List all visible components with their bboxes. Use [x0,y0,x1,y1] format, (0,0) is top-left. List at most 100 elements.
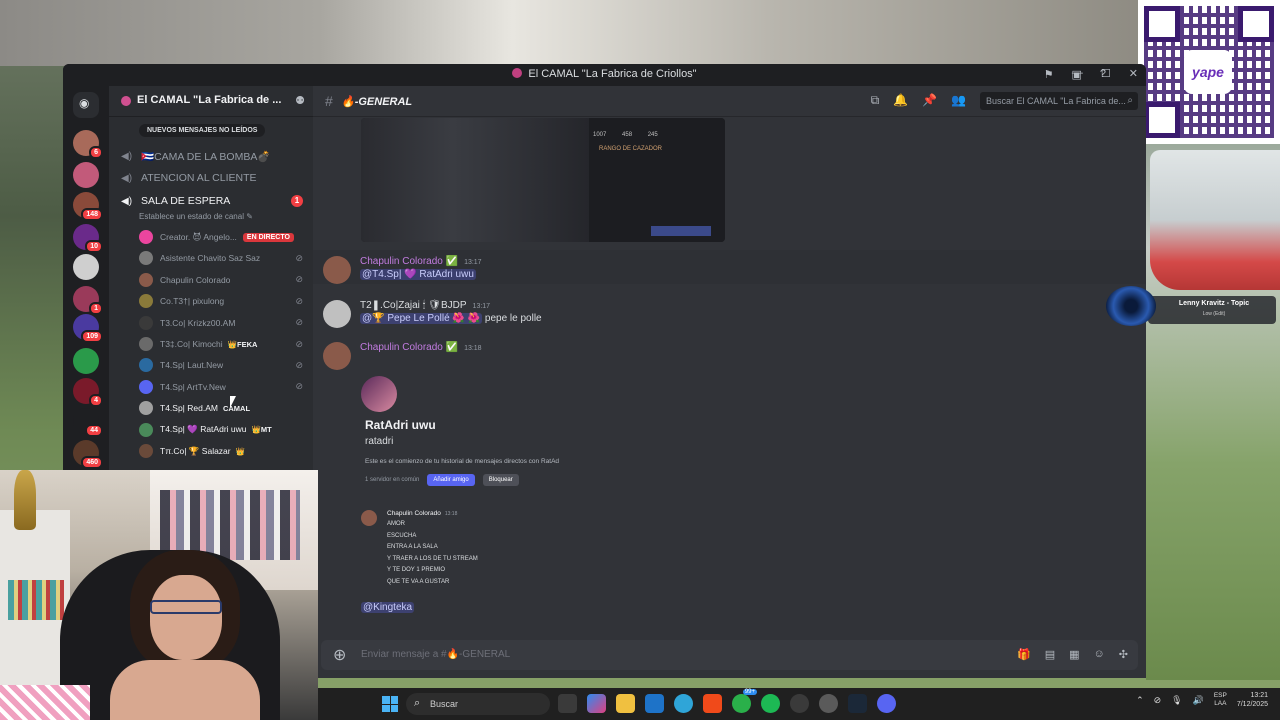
dm-profile-card-image[interactable]: RatAdri uwu ratadri Este es el comienzo … [361,376,611,486]
message-author[interactable]: T2❚.Co|Zajai 🕯 🛡BJDP [360,300,467,311]
message-input[interactable]: Enviar mensaje a #🔥-GENERAL [361,649,510,660]
server-icon[interactable]: 10 [73,224,103,253]
store-icon[interactable] [645,694,664,713]
voice-user-name: T3‡.Co| Kimochi [160,339,223,349]
message[interactable]: @Kingteka [361,602,415,613]
user-mention[interactable]: @Kingteka [361,602,415,613]
channel-sala-de-espera[interactable]: ◀) SALA DE ESPERA 1 [115,191,305,211]
server-icon[interactable]: 44 [73,408,103,437]
voice-user[interactable]: T4.Sp| ArtTv.New ⊘ [139,377,307,397]
task-view-icon[interactable] [558,694,577,713]
voice-user[interactable]: Tπ.Co| 🏆 Salazar 👑 [139,441,307,461]
channel-cama-de-la-bomba[interactable]: ◀) 🇨🇺CAMA DE LA BOMBA💣 [115,146,305,166]
muted-icon: ⊘ [295,295,303,306]
add-user-icon[interactable]: ⚉ [295,94,305,107]
avatar[interactable] [323,256,351,284]
avatar [361,510,377,526]
voice-user[interactable]: T4.Sp| Red.AM CAMAL [139,398,307,418]
language-indicator[interactable]: ESP LAA [1214,692,1227,708]
server-header[interactable]: El CAMAL "La Fabrica de ... ⚉ [109,86,313,117]
server-badge: 1 [89,302,103,315]
file-explorer-icon[interactable] [616,694,635,713]
mic-icon[interactable]: 🎙 [1171,695,1182,706]
server-icon[interactable]: 148 [73,192,103,221]
gift-icon[interactable]: 🎁 [1017,648,1031,661]
voice-user[interactable]: T4.Sp| Laut.New ⊘ [139,355,307,375]
hash-icon: # [325,93,333,109]
gif-button[interactable]: ▤ [1045,648,1055,661]
avatar[interactable] [323,300,351,328]
steam-icon[interactable] [848,694,867,713]
music-overlay: Lenny Kravitz - Topic Low (Edit) [1106,286,1276,326]
sticker-icon[interactable]: ▦ [1069,648,1079,661]
wifi-off-icon[interactable]: ⊘ [1154,695,1162,706]
copilot-icon[interactable] [587,694,606,713]
start-button[interactable] [382,696,398,712]
discord-home-icon[interactable]: ◉ [73,92,99,118]
embedded-line: ENTRA A LA SALA [387,544,438,550]
message-author[interactable]: Chapulin Colorado ✅ [360,256,458,267]
pin-icon[interactable]: 📌 [922,93,937,108]
maximize-button[interactable]: ☐ [1101,67,1111,80]
search-input[interactable]: Buscar El CAMAL "La Fabrica de... ⌕ [980,92,1138,110]
message-composer[interactable]: ⊕ Enviar mensaje a #🔥-GENERAL 🎁 ▤ ▦ ☺ ✣ [321,640,1138,670]
user-mention[interactable]: @T4.Sp| 💜 RatAdri uwu [360,269,476,280]
whatsapp-icon[interactable]: 99+ [732,689,757,713]
voice-user[interactable]: T4.Sp| 💜 RatAdri uwu 👑MT [139,420,307,440]
voice-user[interactable]: T3‡.Co| Kimochi 👑FEKA ⊘ [139,334,307,354]
avatar [139,315,153,330]
bell-icon[interactable]: 🔔 [893,93,908,108]
clock[interactable]: 13:21 7/12/2025 [1237,691,1268,709]
voice-user[interactable]: Chapulin Colorado ⊘ [139,270,307,290]
tray-chevron-icon[interactable]: ⌃ [1136,695,1144,706]
profile-avatar [361,376,397,412]
avatar [139,251,153,266]
album-art [1106,286,1156,326]
voice-user-name: Asistente Chavito Saz Saz [160,253,261,264]
volume-icon[interactable]: 🔊 [1193,695,1204,706]
server-icon[interactable] [73,162,99,188]
server-icon[interactable]: 460 [73,440,103,469]
emoji-icon[interactable]: ☺ [1094,648,1105,661]
apps-icon[interactable]: ✣ [1119,648,1128,661]
webcam-overlay [0,470,318,720]
threads-icon[interactable]: ⧉ [871,93,880,108]
voice-user-name: Co.T3†| pixulong [160,296,225,307]
app-icon[interactable] [819,694,838,713]
close-button[interactable]: ✕ [1129,67,1138,80]
server-icon[interactable]: 109 [73,314,103,343]
brave-icon[interactable] [703,694,722,713]
chat-header: # 🔥-GENERAL ⧉ 🔔 📌 👥 Buscar El CAMAL "La … [313,86,1146,117]
edge-icon[interactable] [674,694,693,713]
channel-atencion-al-cliente[interactable]: ◀) ATENCION AL CLIENTE [115,168,305,188]
add-attachment-button[interactable]: ⊕ [333,645,346,665]
minimize-button[interactable]: — [1072,67,1083,80]
voice-user[interactable]: Asistente Chavito Saz Saz ⊘ [139,248,307,268]
spotify-icon[interactable] [761,694,780,713]
voice-user[interactable]: Creator. 😈 Angelo... EN DIRECTO [139,227,307,247]
avatar [139,272,153,287]
discord-icon[interactable] [877,694,896,713]
voice-user[interactable]: T3.Co| Krizkz00.AM ⊘ [139,313,307,333]
server-icon[interactable] [73,254,99,280]
embedded-line: Y TRAER A LOS DE TU STREAM [387,555,478,562]
server-icon[interactable]: 6 [73,130,103,159]
unread-messages-pill[interactable]: NUEVOS MENSAJES NO LEÍDOS [139,124,266,137]
speaker-icon: ◀) [121,172,133,184]
voice-user[interactable]: Co.T3†| pixulong ⊘ [139,291,307,311]
avatar[interactable] [323,342,351,370]
yape-logo: yape [1184,50,1232,94]
attached-screenshot[interactable]: 1007 458 245 RANGO DE CAZADOR [361,118,725,242]
channel-status[interactable]: Establece un estado de canal ✎ [139,212,253,221]
obs-icon[interactable] [790,694,809,713]
server-icon[interactable]: 1 [73,286,103,315]
server-icon[interactable] [73,348,99,374]
flag-icon[interactable]: ⚑ [1044,68,1054,81]
message-author[interactable]: Chapulin Colorado ✅ [360,342,458,353]
members-icon[interactable]: 👥 [951,93,966,108]
server-icon[interactable]: 4 [73,378,103,407]
user-mention[interactable]: @🏆 Pepe Le Pollé 🌺 🌺 [360,313,483,324]
taskbar: ⌕ Buscar 99+ ⌃ ⊘ 🎙 🔊 ESP LAA 13:21 7/12/20… [318,688,1280,720]
avatar [139,230,153,244]
taskbar-search[interactable]: ⌕ Buscar [406,693,550,715]
